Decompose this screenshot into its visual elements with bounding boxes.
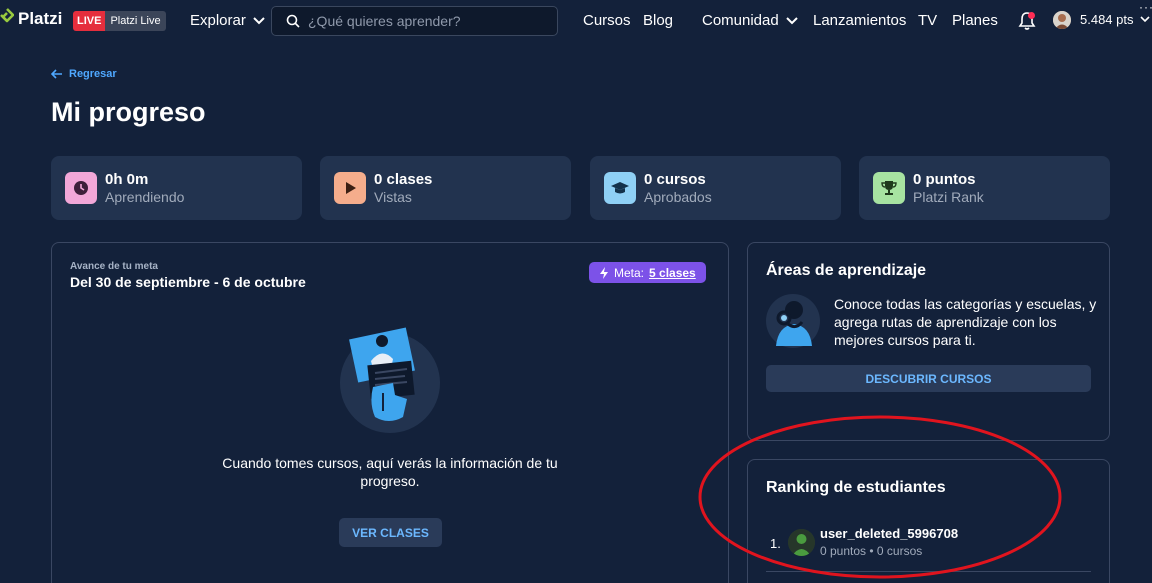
goal-caption: Avance de tu meta: [70, 261, 158, 272]
play-icon: [334, 172, 366, 204]
stat-value: 0 cursos: [644, 171, 706, 188]
student-avatar: [788, 529, 815, 556]
platzi-logo-icon: [0, 8, 14, 23]
live-tag: LIVE: [73, 11, 106, 31]
student-name[interactable]: user_deleted_5996708: [820, 526, 958, 541]
stat-card-platzi-rank: 0 puntos Platzi Rank: [859, 156, 1110, 220]
stat-value: 0 puntos: [913, 171, 976, 188]
default-user-icon: [788, 529, 815, 556]
learning-areas-panel: Áreas de aprendizaje Conoce todas las ca…: [747, 242, 1110, 441]
discover-courses-button[interactable]: DESCUBRIR CURSOS: [766, 365, 1091, 392]
stat-value: 0 clases: [374, 171, 433, 188]
platzi-logo[interactable]: Platzi: [0, 8, 62, 30]
search-bar[interactable]: [271, 6, 558, 36]
meta-value[interactable]: 5 clases: [649, 266, 696, 280]
search-input[interactable]: [308, 13, 548, 29]
stat-card-courses-approved: 0 cursos Aprobados: [590, 156, 841, 220]
user-points[interactable]: 5.484 pts: [1080, 12, 1134, 27]
stat-label: Aprobados: [644, 189, 712, 205]
page-title: Mi progreso: [51, 97, 206, 127]
nav-explorar-label: Explorar: [190, 12, 246, 29]
nav-tv[interactable]: TV: [918, 12, 937, 29]
student-ranking-panel: Ranking de estudiantes 1. user_deleted_5…: [747, 459, 1110, 583]
nav-lanzamientos[interactable]: Lanzamientos: [813, 12, 906, 29]
goal-date-range: Del 30 de septiembre - 6 de octubre: [70, 274, 306, 290]
search-icon: [286, 14, 300, 28]
chevron-down-icon: [786, 16, 798, 24]
stat-card-classes-viewed: 0 clases Vistas: [320, 156, 571, 220]
stat-value: 0h 0m: [105, 171, 149, 188]
chevron-down-icon: [253, 16, 265, 24]
live-label: Platzi Live: [105, 11, 166, 31]
nav-cursos[interactable]: Cursos: [583, 12, 631, 29]
stat-label: Platzi Rank: [913, 189, 984, 205]
goal-progress-panel: Avance de tu meta Del 30 de septiembre -…: [51, 242, 729, 583]
nav-comunidad-dropdown[interactable]: Comunidad: [702, 12, 799, 29]
arrow-left-icon: [51, 69, 62, 79]
learning-areas-description: Conoce todas las categorías y escuelas, …: [834, 296, 1097, 348]
stat-label: Vistas: [374, 189, 412, 205]
nav-blog[interactable]: Blog: [643, 12, 673, 29]
nav-comunidad-label: Comunidad: [702, 12, 779, 29]
nav-planes[interactable]: Planes: [952, 12, 998, 29]
rank-position: 1.: [770, 536, 781, 551]
graduation-cap-icon: [604, 172, 636, 204]
clock-icon: [65, 172, 97, 204]
platzi-live-badge[interactable]: LIVE Platzi Live: [73, 11, 166, 31]
brand-name: Platzi: [18, 9, 63, 28]
ranking-title: Ranking de estudiantes: [766, 479, 946, 496]
trophy-icon: [873, 172, 905, 204]
meta-label: Meta:: [614, 265, 645, 280]
notification-dot: [1028, 12, 1035, 19]
back-link-label: Regresar: [69, 68, 117, 80]
empty-progress-message: Cuando tomes cursos, aquí verás la infor…: [222, 455, 558, 489]
student-stats: 0 puntos • 0 cursos: [820, 544, 923, 558]
chevron-down-icon[interactable]: [1140, 15, 1150, 23]
weekly-goal-pill[interactable]: Meta: 5 clases: [589, 262, 706, 283]
ranking-row[interactable]: 1. user_deleted_5996708 0 puntos • 0 cur…: [766, 524, 1091, 572]
lightning-icon: [600, 266, 608, 279]
user-avatar[interactable]: [1053, 11, 1071, 29]
view-classes-button[interactable]: VER CLASES: [339, 518, 442, 547]
user-avatar-icon: [1053, 11, 1071, 29]
explorer-illustration: [766, 294, 820, 348]
stat-label: Aprendiendo: [105, 189, 185, 205]
nav-explorar-dropdown[interactable]: Explorar: [190, 12, 266, 29]
more-options-icon[interactable]: ···: [1139, 0, 1152, 14]
stat-card-learning-time: 0h 0m Aprendiendo: [51, 156, 302, 220]
learning-areas-title: Áreas de aprendizaje: [766, 262, 927, 279]
back-link[interactable]: Regresar: [51, 68, 117, 80]
top-navigation-bar: Platzi LIVE Platzi Live Explorar Cursos …: [0, 0, 1152, 42]
empty-progress-illustration: [340, 327, 440, 433]
